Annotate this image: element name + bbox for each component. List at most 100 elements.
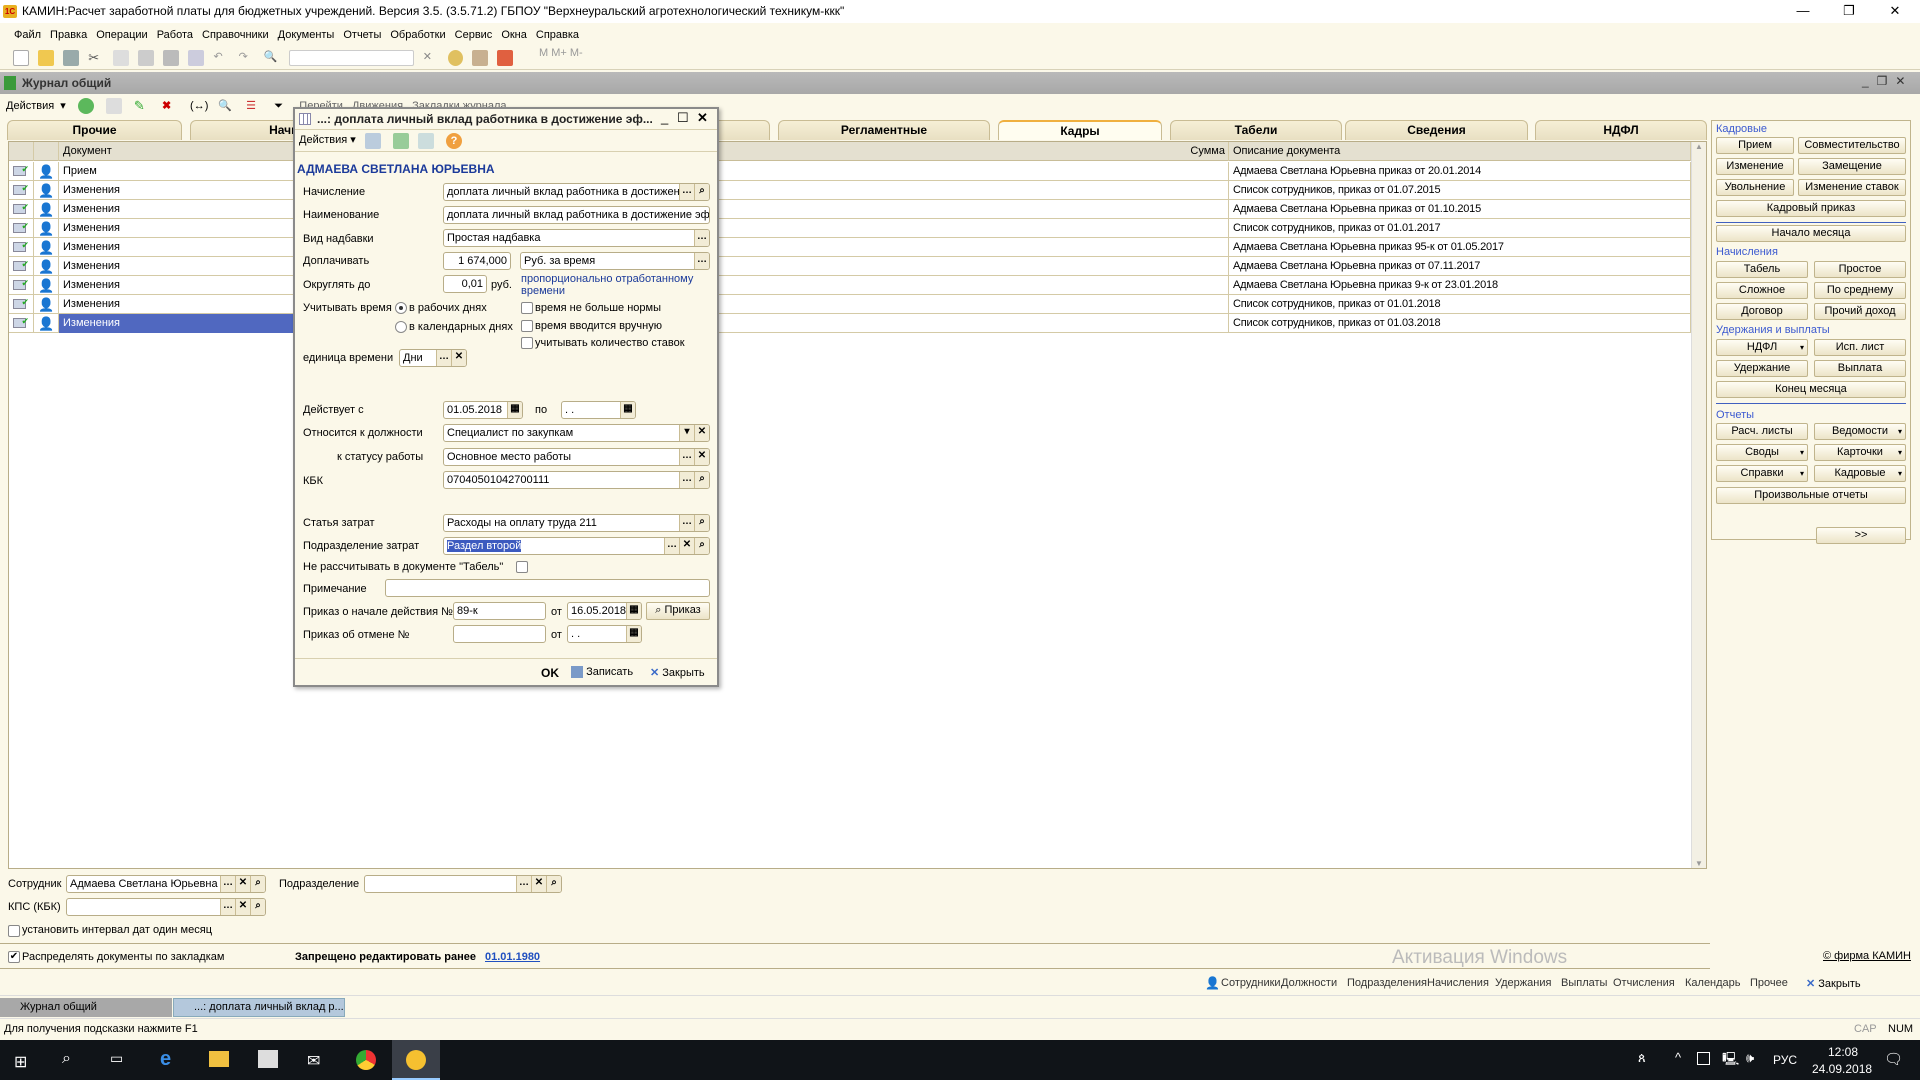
store-icon[interactable]: [258, 1050, 278, 1068]
status-field[interactable]: Основное место работы… ✕: [443, 448, 710, 466]
menu-item[interactable]: Документы: [278, 29, 335, 41]
dialog-maximize-button[interactable]: ☐: [677, 110, 689, 126]
close-button[interactable]: ✕ Закрыть: [650, 666, 705, 679]
m-plus-button[interactable]: M+: [551, 47, 567, 59]
panel-button[interactable]: Кадровые ▾: [1814, 465, 1906, 482]
distribute-checkbox[interactable]: ✔: [8, 951, 20, 963]
menu-item[interactable]: Файл: [14, 29, 41, 41]
to-date-field[interactable]: . . ▦: [561, 401, 636, 419]
list-icon[interactable]: ☰: [246, 95, 262, 112]
column-description[interactable]: Описание документа: [1229, 142, 1691, 161]
rates-checkbox[interactable]: [521, 337, 533, 349]
bottom-close-button[interactable]: ✕ Закрыть: [1806, 977, 1861, 990]
order-button[interactable]: ⌕ Приказ: [646, 602, 710, 620]
accrual-field[interactable]: доплата личный вклад работника в достиже…: [443, 183, 710, 201]
minimize-button[interactable]: —: [1780, 0, 1826, 23]
print-icon[interactable]: [163, 50, 180, 66]
menu-item[interactable]: Справка: [536, 29, 579, 41]
post-icon[interactable]: [364, 133, 381, 149]
interval-checkbox[interactable]: [8, 925, 20, 937]
notifications-icon[interactable]: 🗨: [1884, 1050, 1903, 1068]
window-tab-dialog[interactable]: ...: доплата личный вклад р...: [173, 998, 345, 1017]
tray-alert-icon[interactable]: [1697, 1052, 1710, 1065]
menu-item[interactable]: Операции: [96, 29, 147, 41]
position-select[interactable]: Специалист по закупкам ▾ ✕: [443, 424, 710, 442]
search-taskbar-icon[interactable]: ⌕: [62, 1050, 71, 1068]
panel-button[interactable]: Конец месяца: [1716, 381, 1906, 398]
panel-button[interactable]: Начало месяца: [1716, 225, 1906, 242]
panel-button[interactable]: Изменение: [1716, 158, 1794, 175]
journal-window-controls[interactable]: _❐✕: [1862, 74, 1914, 88]
panel-button[interactable]: Прочий доход: [1814, 303, 1906, 320]
table-row[interactable]: ✔ 👤 Изменения Список сотрудников, приказ от…: [9, 181, 1691, 200]
note-field[interactable]: [385, 579, 710, 597]
dropdown-arrow-icon[interactable]: ▾: [1800, 445, 1804, 460]
radio-working-days[interactable]: [395, 302, 407, 314]
explorer-icon[interactable]: [209, 1051, 229, 1067]
info-icon[interactable]: [447, 50, 463, 66]
refresh-icon[interactable]: [392, 133, 409, 149]
dropdown-arrow-icon[interactable]: ▾: [1800, 340, 1804, 355]
table-row[interactable]: ✔ 👤 Изменения Адмаева Светлана Юрьевна прик…: [9, 200, 1691, 219]
panel-button[interactable]: Карточки ▾: [1814, 444, 1906, 461]
mail-icon[interactable]: ✉: [307, 1051, 320, 1071]
kbk-field[interactable]: 07040501042700111… ⌕: [443, 471, 710, 489]
clock-date[interactable]: 24.09.2018: [1812, 1062, 1872, 1076]
tab-9[interactable]: НДФЛ: [1535, 120, 1707, 140]
panel-button[interactable]: Выплата: [1814, 360, 1906, 377]
name-field[interactable]: доплата личный вклад работника в достиже…: [443, 206, 710, 224]
norm-checkbox[interactable]: [521, 302, 533, 314]
new-doc-icon[interactable]: [13, 50, 29, 66]
panel-button[interactable]: Сложное: [1716, 282, 1808, 299]
table-row[interactable]: ✔ 👤 Изменения Список сотрудников, приказ от…: [9, 295, 1691, 314]
interval-icon[interactable]: (↔): [190, 95, 208, 112]
panel-button[interactable]: >>: [1816, 527, 1906, 544]
pay-amount-field[interactable]: 1 674,000: [443, 252, 511, 270]
menu-item[interactable]: Сервис: [455, 29, 493, 41]
employee-filter-input[interactable]: Адмаева Светлана Юрьевна… ✕ ⌕: [66, 875, 266, 893]
manual-time-checkbox[interactable]: [521, 320, 533, 332]
panel-button[interactable]: Договор: [1716, 303, 1808, 320]
order-start-field[interactable]: 89-к: [453, 602, 546, 620]
tray-chevron-icon[interactable]: ^: [1675, 1050, 1681, 1065]
panel-button[interactable]: Удержание: [1716, 360, 1808, 377]
panel-button[interactable]: Справки ▾: [1716, 465, 1808, 482]
cut-icon[interactable]: ✂: [88, 50, 104, 66]
search-icon[interactable]: 🔍: [264, 50, 280, 66]
no-tabel-checkbox[interactable]: [516, 561, 528, 573]
close-app-button[interactable]: ✕: [1872, 0, 1918, 23]
clear-search-icon[interactable]: ✕: [423, 50, 439, 66]
bottom-link-9[interactable]: Прочее: [1750, 977, 1788, 989]
chrome-icon[interactable]: [356, 1050, 376, 1070]
bottom-link-5[interactable]: Удержания: [1495, 977, 1551, 989]
m-button[interactable]: M: [539, 47, 548, 59]
m-minus-button[interactable]: M-: [570, 47, 583, 59]
task-view-icon[interactable]: ▭: [110, 1050, 123, 1067]
firm-link[interactable]: © фирма КАМИН: [1823, 950, 1911, 962]
panel-button[interactable]: Увольнение: [1716, 179, 1794, 196]
dialog-minimize-button[interactable]: _: [661, 110, 668, 125]
order-start-date-field[interactable]: 16.05.2018 ▦: [567, 602, 642, 620]
menu-item[interactable]: Обработки: [390, 29, 445, 41]
panel-button[interactable]: Исп. лист: [1814, 339, 1906, 356]
menu-item[interactable]: Отчеты: [343, 29, 381, 41]
ok-button[interactable]: OK: [541, 666, 559, 680]
language-indicator[interactable]: РУС: [1773, 1053, 1797, 1067]
dropdown-arrow-icon[interactable]: ▾: [1800, 466, 1804, 481]
window-tab-journal[interactable]: Журнал общий: [0, 998, 172, 1017]
network-icon[interactable]: 🖳: [1722, 1050, 1739, 1072]
menu-item[interactable]: Работа: [157, 29, 193, 41]
from-date-field[interactable]: 01.05.2018 ▦: [443, 401, 523, 419]
tab-8[interactable]: Сведения: [1345, 120, 1528, 140]
bottom-link-8[interactable]: Календарь: [1685, 977, 1741, 989]
windows-start-icon[interactable]: ⊞: [14, 1052, 27, 1072]
add-icon[interactable]: [77, 98, 94, 114]
calculator-icon[interactable]: [471, 50, 488, 66]
dialog-close-button[interactable]: ✕: [697, 110, 708, 126]
panel-button[interactable]: Прием: [1716, 137, 1794, 154]
panel-button[interactable]: Изменение ставок: [1798, 179, 1906, 196]
dropdown-arrow-icon[interactable]: ▾: [1898, 424, 1902, 439]
kps-filter-input[interactable]: … ✕ ⌕: [66, 898, 266, 916]
tab-6[interactable]: Кадры: [998, 120, 1162, 140]
bottom-link-4[interactable]: Начисления: [1427, 977, 1489, 989]
